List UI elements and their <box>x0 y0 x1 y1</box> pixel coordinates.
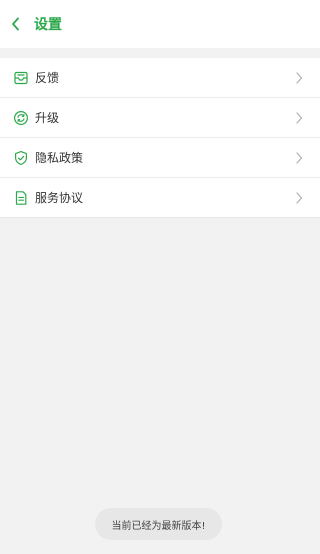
menu-item-privacy-policy[interactable]: 隐私政策 <box>0 138 320 178</box>
service-document-icon <box>13 190 29 206</box>
menu-item-label: 服务协议 <box>35 191 84 205</box>
menu-item-label: 隐私政策 <box>35 151 84 165</box>
menu-item-upgrade[interactable]: 升级 <box>0 98 320 138</box>
menu-item-label: 升级 <box>35 111 60 125</box>
menu-item-label: 反馈 <box>35 71 60 85</box>
back-button[interactable] <box>1 0 31 48</box>
chevron-right-icon <box>294 111 304 125</box>
section-gap <box>0 48 320 58</box>
chevron-right-icon <box>294 71 304 85</box>
chevron-left-icon <box>12 17 19 31</box>
feedback-inbox-icon <box>13 70 29 86</box>
toast-message: 当前已经为最新版本! <box>95 508 222 540</box>
settings-menu: 反馈 升级 隐私政策 服务协议 <box>0 58 320 218</box>
toast-text: 当前已经为最新版本! <box>111 520 206 532</box>
chevron-right-icon <box>294 151 304 165</box>
page-title: 设置 <box>34 17 62 33</box>
upgrade-refresh-icon <box>13 110 29 126</box>
app-header: 设置 <box>0 0 320 48</box>
menu-item-feedback[interactable]: 反馈 <box>0 58 320 98</box>
chevron-right-icon <box>294 191 304 205</box>
privacy-shield-icon <box>13 150 29 166</box>
menu-item-service-agreement[interactable]: 服务协议 <box>0 178 320 218</box>
